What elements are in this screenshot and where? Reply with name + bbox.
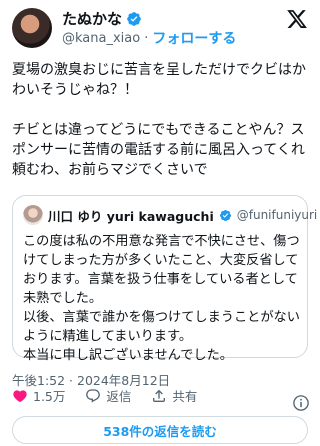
author-avatar[interactable] <box>12 8 52 48</box>
reply-button[interactable]: 返信 <box>85 386 131 405</box>
quoted-author-row: 川口 ゆり yuri kawaguchi @funifuniyuri <box>23 205 317 225</box>
author-name-row: たぬかな <box>62 8 142 29</box>
author-handle[interactable]: @kana_xiao <box>62 31 140 46</box>
quoted-tweet[interactable]: 川口 ゆり yuri kawaguchi @funifuniyuri この度は私… <box>12 195 317 363</box>
share-icon <box>153 389 166 402</box>
like-count: 1.5万 <box>33 389 66 404</box>
quoted-author-handle: @funifuniyuri <box>236 208 318 222</box>
reply-icon <box>86 388 101 402</box>
verified-badge-icon <box>127 11 141 26</box>
heart-icon <box>13 389 27 402</box>
verified-badge-icon <box>219 209 231 221</box>
reply-label: 返信 <box>106 389 132 404</box>
tweet-body: 夏場の激臭おじに苦言を呈しただけでクビはかわいそうじゃね？！ チビとは違ってどう… <box>12 60 312 200</box>
tweet-header: たぬかな @kana_xiao · フォローする <box>0 0 320 48</box>
share-label: 共有 <box>172 389 198 404</box>
separator-dot: · <box>144 30 149 46</box>
action-bar: 1.5万 返信 共有 <box>12 386 217 405</box>
like-button[interactable]: 1.5万 <box>12 386 65 405</box>
quoted-author-name: 川口 ゆり yuri kawaguchi <box>48 208 214 224</box>
quoted-line: 本当に申し訳ございませんでした。 <box>23 348 233 363</box>
quoted-line: この度は私の不用意な発言で不快にさせ、傷つけてしまった方が多くいたこと、大変反省… <box>23 234 300 306</box>
quoted-line: 以後、言葉で誰かを傷つけてしまうことがないように精進してまいります。 <box>23 310 300 344</box>
tweet-paragraph: 夏場の激臭おじに苦言を呈しただけでクビはかわいそうじゃね？！ <box>12 62 306 98</box>
x-logo-icon[interactable] <box>286 8 308 30</box>
follow-button[interactable]: フォローする <box>152 28 236 48</box>
info-icon[interactable] <box>292 394 310 412</box>
quoted-author-avatar <box>23 205 43 225</box>
author-handle-row: @kana_xiao · フォローする <box>62 28 236 48</box>
read-replies-button[interactable]: 538件の返信を読む <box>12 416 308 444</box>
tweet-paragraph: チビとは違ってどうにでもできることやん？スポンサーに苦情の電話する前に風呂入って… <box>12 122 305 178</box>
share-button[interactable]: 共有 <box>151 386 197 405</box>
author-display-name[interactable]: たぬかな <box>62 8 122 29</box>
quoted-tweet-body: この度は私の不用意な発言で不快にさせ、傷つけてしまった方が多くいたこと、大変反省… <box>23 232 303 365</box>
